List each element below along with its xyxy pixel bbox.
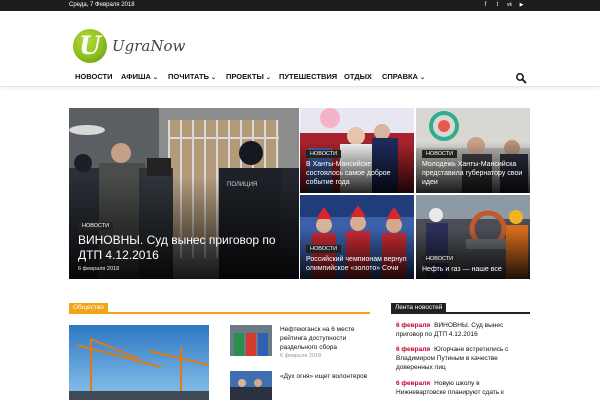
featured-tile-1[interactable]: НОВОСТИ В Ханты-Мансийске состоялось сам… — [300, 108, 414, 193]
society-section-label[interactable]: Общество — [69, 303, 108, 312]
site-name: UgraNow — [112, 37, 186, 55]
list-item-date: 6 февраля 2018 — [280, 353, 322, 359]
tile-3-title[interactable]: Российский чемпионам вернул олимпийское … — [306, 256, 408, 274]
list-item-title[interactable]: «Дух огня» ищет волонтеров — [280, 372, 372, 381]
nav-item-reference[interactable]: СПРАВКА ⌄ — [382, 72, 425, 83]
featured-tile-4[interactable]: НОВОСТИ Нефть и газ — наше все — [416, 195, 530, 279]
featured-main-article[interactable]: ПОЛИЦИЯ НОВОСТИ ВИНОВНЫ. Суд вынес приго… — [69, 108, 299, 279]
site-logo[interactable]: U UgraNow — [73, 29, 188, 63]
list-item-thumbnail[interactable] — [230, 325, 272, 356]
main-navigation: НОВОСТИ АФИША ⌄ ПОЧИТАТЬ ⌄ ПРОЕКТЫ ⌄ ПУТЕШЕ… — [0, 66, 600, 87]
vk-icon[interactable]: vk — [505, 1, 514, 10]
nav-item-afisha[interactable]: АФИША ⌄ — [121, 72, 158, 83]
tile-4-title[interactable]: Нефть и газ — наше все — [422, 266, 524, 275]
news-feed-label[interactable]: Лента новостей — [391, 303, 447, 312]
news-feed-item[interactable]: 6 февраля Югорчане встретились с Владимир… — [396, 345, 530, 372]
category-badge[interactable]: НОВОСТИ — [422, 150, 458, 158]
nav-item-read[interactable]: ПОЧИТАТЬ ⌄ — [168, 72, 216, 83]
tile-2-title[interactable]: Молодежь Ханты-Мансийска представила губ… — [422, 161, 524, 187]
society-lead-image — [69, 325, 209, 400]
chevron-down-icon: ⌄ — [152, 75, 159, 81]
news-feed-date: 6 февраля — [396, 346, 431, 353]
category-badge[interactable]: НОВОСТИ — [306, 150, 342, 158]
featured-main-date: 6 февраля 2018 — [78, 266, 120, 272]
news-feed-date: 6 февраля — [396, 322, 431, 329]
news-feed-header: Лента новостей — [391, 303, 530, 314]
society-section-header: Общество — [69, 303, 370, 314]
current-date: Среда, 7 Февраля 2018 — [69, 2, 135, 8]
featured-main-title[interactable]: ВИНОВНЫ. Суд вынес приговор по ДТП 4.12.… — [78, 233, 278, 263]
logo-mark-icon: U — [73, 29, 107, 63]
chevron-down-icon: ⌄ — [419, 75, 426, 81]
news-feed-date: 6 февраля — [396, 380, 431, 387]
list-item-thumbnail[interactable] — [230, 371, 272, 400]
nav-item-leisure[interactable]: ОТДЫХ — [344, 72, 372, 81]
youtube-icon[interactable]: ▶ — [517, 1, 526, 10]
society-lead-article[interactable] — [69, 325, 209, 400]
news-feed-item[interactable]: 6 февраля ВИНОВНЫ. Суд вынес приговор по … — [396, 321, 530, 339]
news-feed-item[interactable]: 6 февраля Новую школу в Нижневартовске пл… — [396, 379, 530, 397]
category-badge[interactable]: НОВОСТИ — [306, 245, 342, 253]
facebook-icon[interactable]: f — [481, 1, 490, 10]
featured-tile-3[interactable]: НОВОСТИ Российский чемпионам вернул олим… — [300, 195, 414, 279]
chevron-down-icon: ⌄ — [211, 75, 217, 81]
search-icon[interactable] — [515, 71, 527, 84]
tile-1-title[interactable]: В Ханты-Мансийске состоялось самое добро… — [306, 161, 408, 187]
top-bar: Среда, 7 Февраля 2018 f t vk ▶ — [0, 0, 600, 11]
category-badge[interactable]: НОВОСТИ — [78, 222, 114, 230]
chevron-down-icon: ⌄ — [265, 75, 271, 81]
nav-item-news[interactable]: НОВОСТИ — [75, 72, 113, 81]
nav-item-travel[interactable]: ПУТЕШЕСТВИЯ — [279, 72, 337, 81]
featured-tile-2[interactable]: НОВОСТИ Молодежь Ханты-Мансийска предста… — [416, 108, 530, 193]
category-badge[interactable]: НОВОСТИ — [422, 255, 458, 263]
list-item-title[interactable]: Нефтеюганск на 6 месте рейтинга доступно… — [280, 325, 372, 352]
twitter-icon[interactable]: t — [493, 1, 502, 10]
nav-item-projects[interactable]: ПРОЕКТЫ ⌄ — [226, 72, 271, 83]
